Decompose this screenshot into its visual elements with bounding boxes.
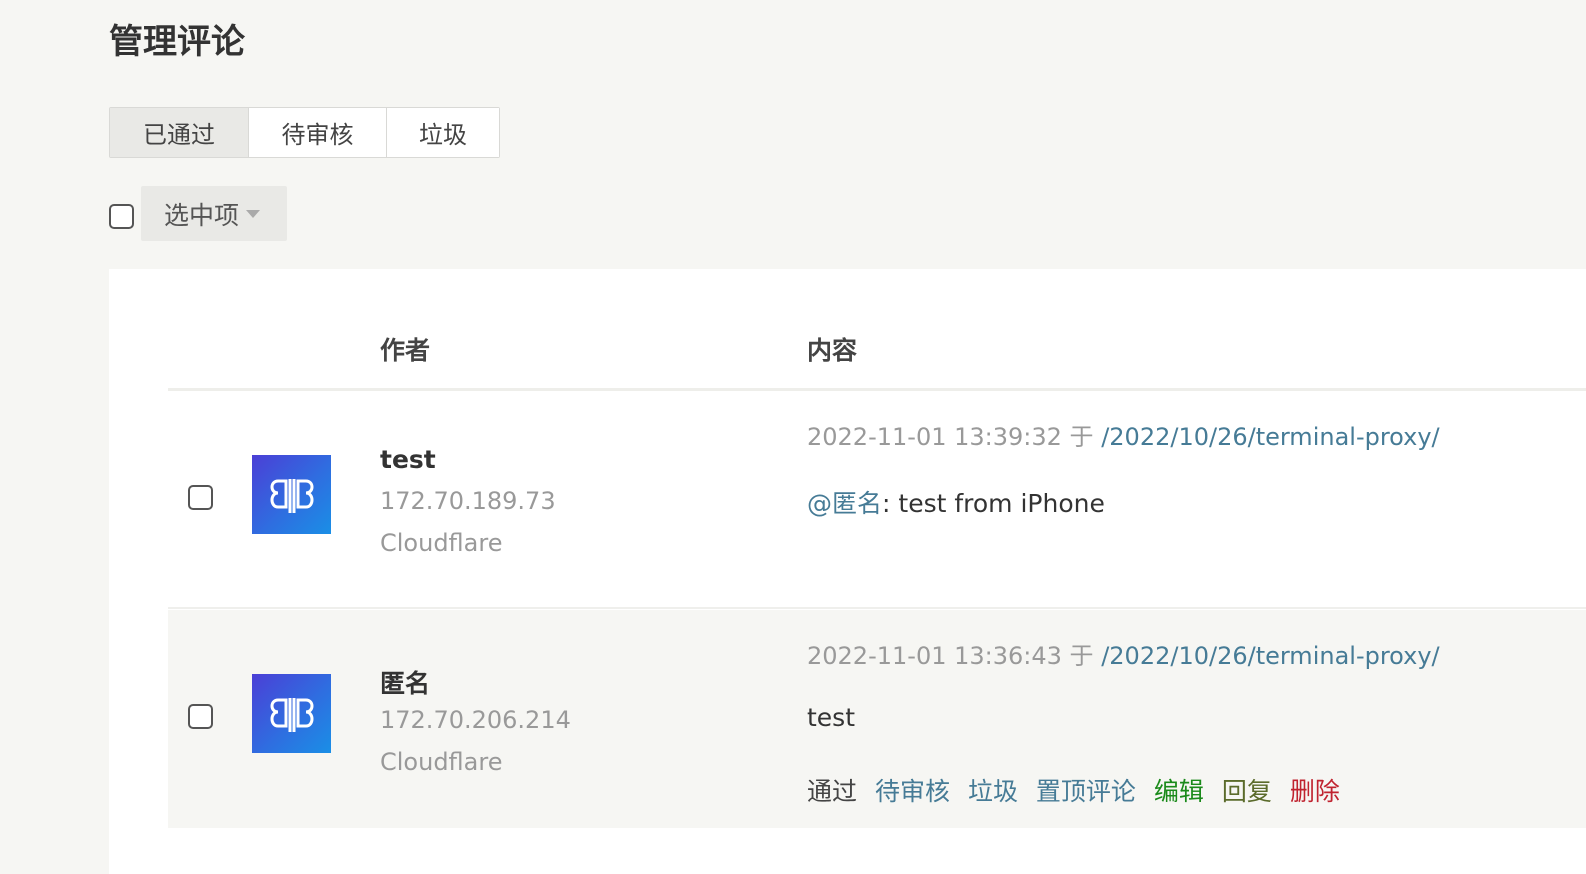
comment-body: test xyxy=(807,703,856,732)
comment-date: 2022-11-01 13:39:32 xyxy=(807,423,1062,451)
tab-spam[interactable]: 垃圾 xyxy=(387,108,499,157)
filter-tabs: 已通过 待审核 垃圾 xyxy=(109,107,500,158)
page-title: 管理评论 xyxy=(109,22,245,62)
select-all-checkbox[interactable] xyxy=(109,204,134,229)
tab-pending[interactable]: 待审核 xyxy=(249,108,387,157)
comment-meta: 2022-11-01 13:36:43 于 /2022/10/26/termin… xyxy=(807,636,1440,671)
row-checkbox[interactable] xyxy=(188,485,213,510)
post-link[interactable]: /2022/10/26/terminal-proxy/ xyxy=(1101,642,1439,670)
avatar-logo-icon xyxy=(270,697,313,732)
page: 管理评论 已通过 待审核 垃圾 选中项 作者 内容 test 172.70.18… xyxy=(0,0,1586,874)
comment-at: 于 xyxy=(1069,642,1094,670)
comment-actions: 通过 待审核 垃圾 置顶评论 编辑 回复 删除 xyxy=(807,772,1350,808)
table-row: 匿名 172.70.206.214 Cloudflare 2022-11-01 … xyxy=(168,610,1586,828)
author-name: test xyxy=(380,445,436,474)
comment-date: 2022-11-01 13:36:43 xyxy=(807,642,1062,670)
caret-down-icon xyxy=(246,209,261,218)
edit-action[interactable]: 编辑 xyxy=(1154,777,1204,806)
delete-action[interactable]: 删除 xyxy=(1290,777,1340,806)
row-checkbox[interactable] xyxy=(188,704,213,729)
post-link[interactable]: /2022/10/26/terminal-proxy/ xyxy=(1101,423,1439,451)
spam-action[interactable]: 垃圾 xyxy=(968,777,1018,806)
avatar xyxy=(252,455,331,534)
bulk-actions-dropdown[interactable]: 选中项 xyxy=(141,186,287,241)
comments-table: 作者 内容 test 172.70.189.73 Cloudflare 2022… xyxy=(109,269,1586,874)
avatar-logo-icon xyxy=(270,478,313,513)
author-name: 匿名 xyxy=(380,669,431,698)
author-location: Cloudflare xyxy=(380,748,503,776)
comment-meta: 2022-11-01 13:39:32 于 /2022/10/26/termin… xyxy=(807,417,1440,452)
column-header-author: 作者 xyxy=(380,336,431,365)
approve-action[interactable]: 通过 xyxy=(807,777,857,806)
reply-action[interactable]: 回复 xyxy=(1222,777,1272,806)
comment-text: @匿名: test from iPhone xyxy=(807,484,1105,520)
pending-action[interactable]: 待审核 xyxy=(875,777,950,806)
table-row: test 172.70.189.73 Cloudflare 2022-11-01… xyxy=(168,391,1586,609)
author-ip: 172.70.206.214 xyxy=(380,706,571,734)
column-header-content: 内容 xyxy=(807,336,858,365)
avatar xyxy=(252,674,331,753)
mention-link[interactable]: @匿名 xyxy=(807,489,882,518)
tab-approved[interactable]: 已通过 xyxy=(110,108,249,157)
comment-at: 于 xyxy=(1069,423,1094,451)
comment-body: : test from iPhone xyxy=(882,489,1105,518)
author-location: Cloudflare xyxy=(380,529,503,557)
bulk-actions-label: 选中项 xyxy=(164,200,240,230)
author-ip: 172.70.189.73 xyxy=(380,487,556,515)
pin-comment-action[interactable]: 置顶评论 xyxy=(1036,777,1136,806)
